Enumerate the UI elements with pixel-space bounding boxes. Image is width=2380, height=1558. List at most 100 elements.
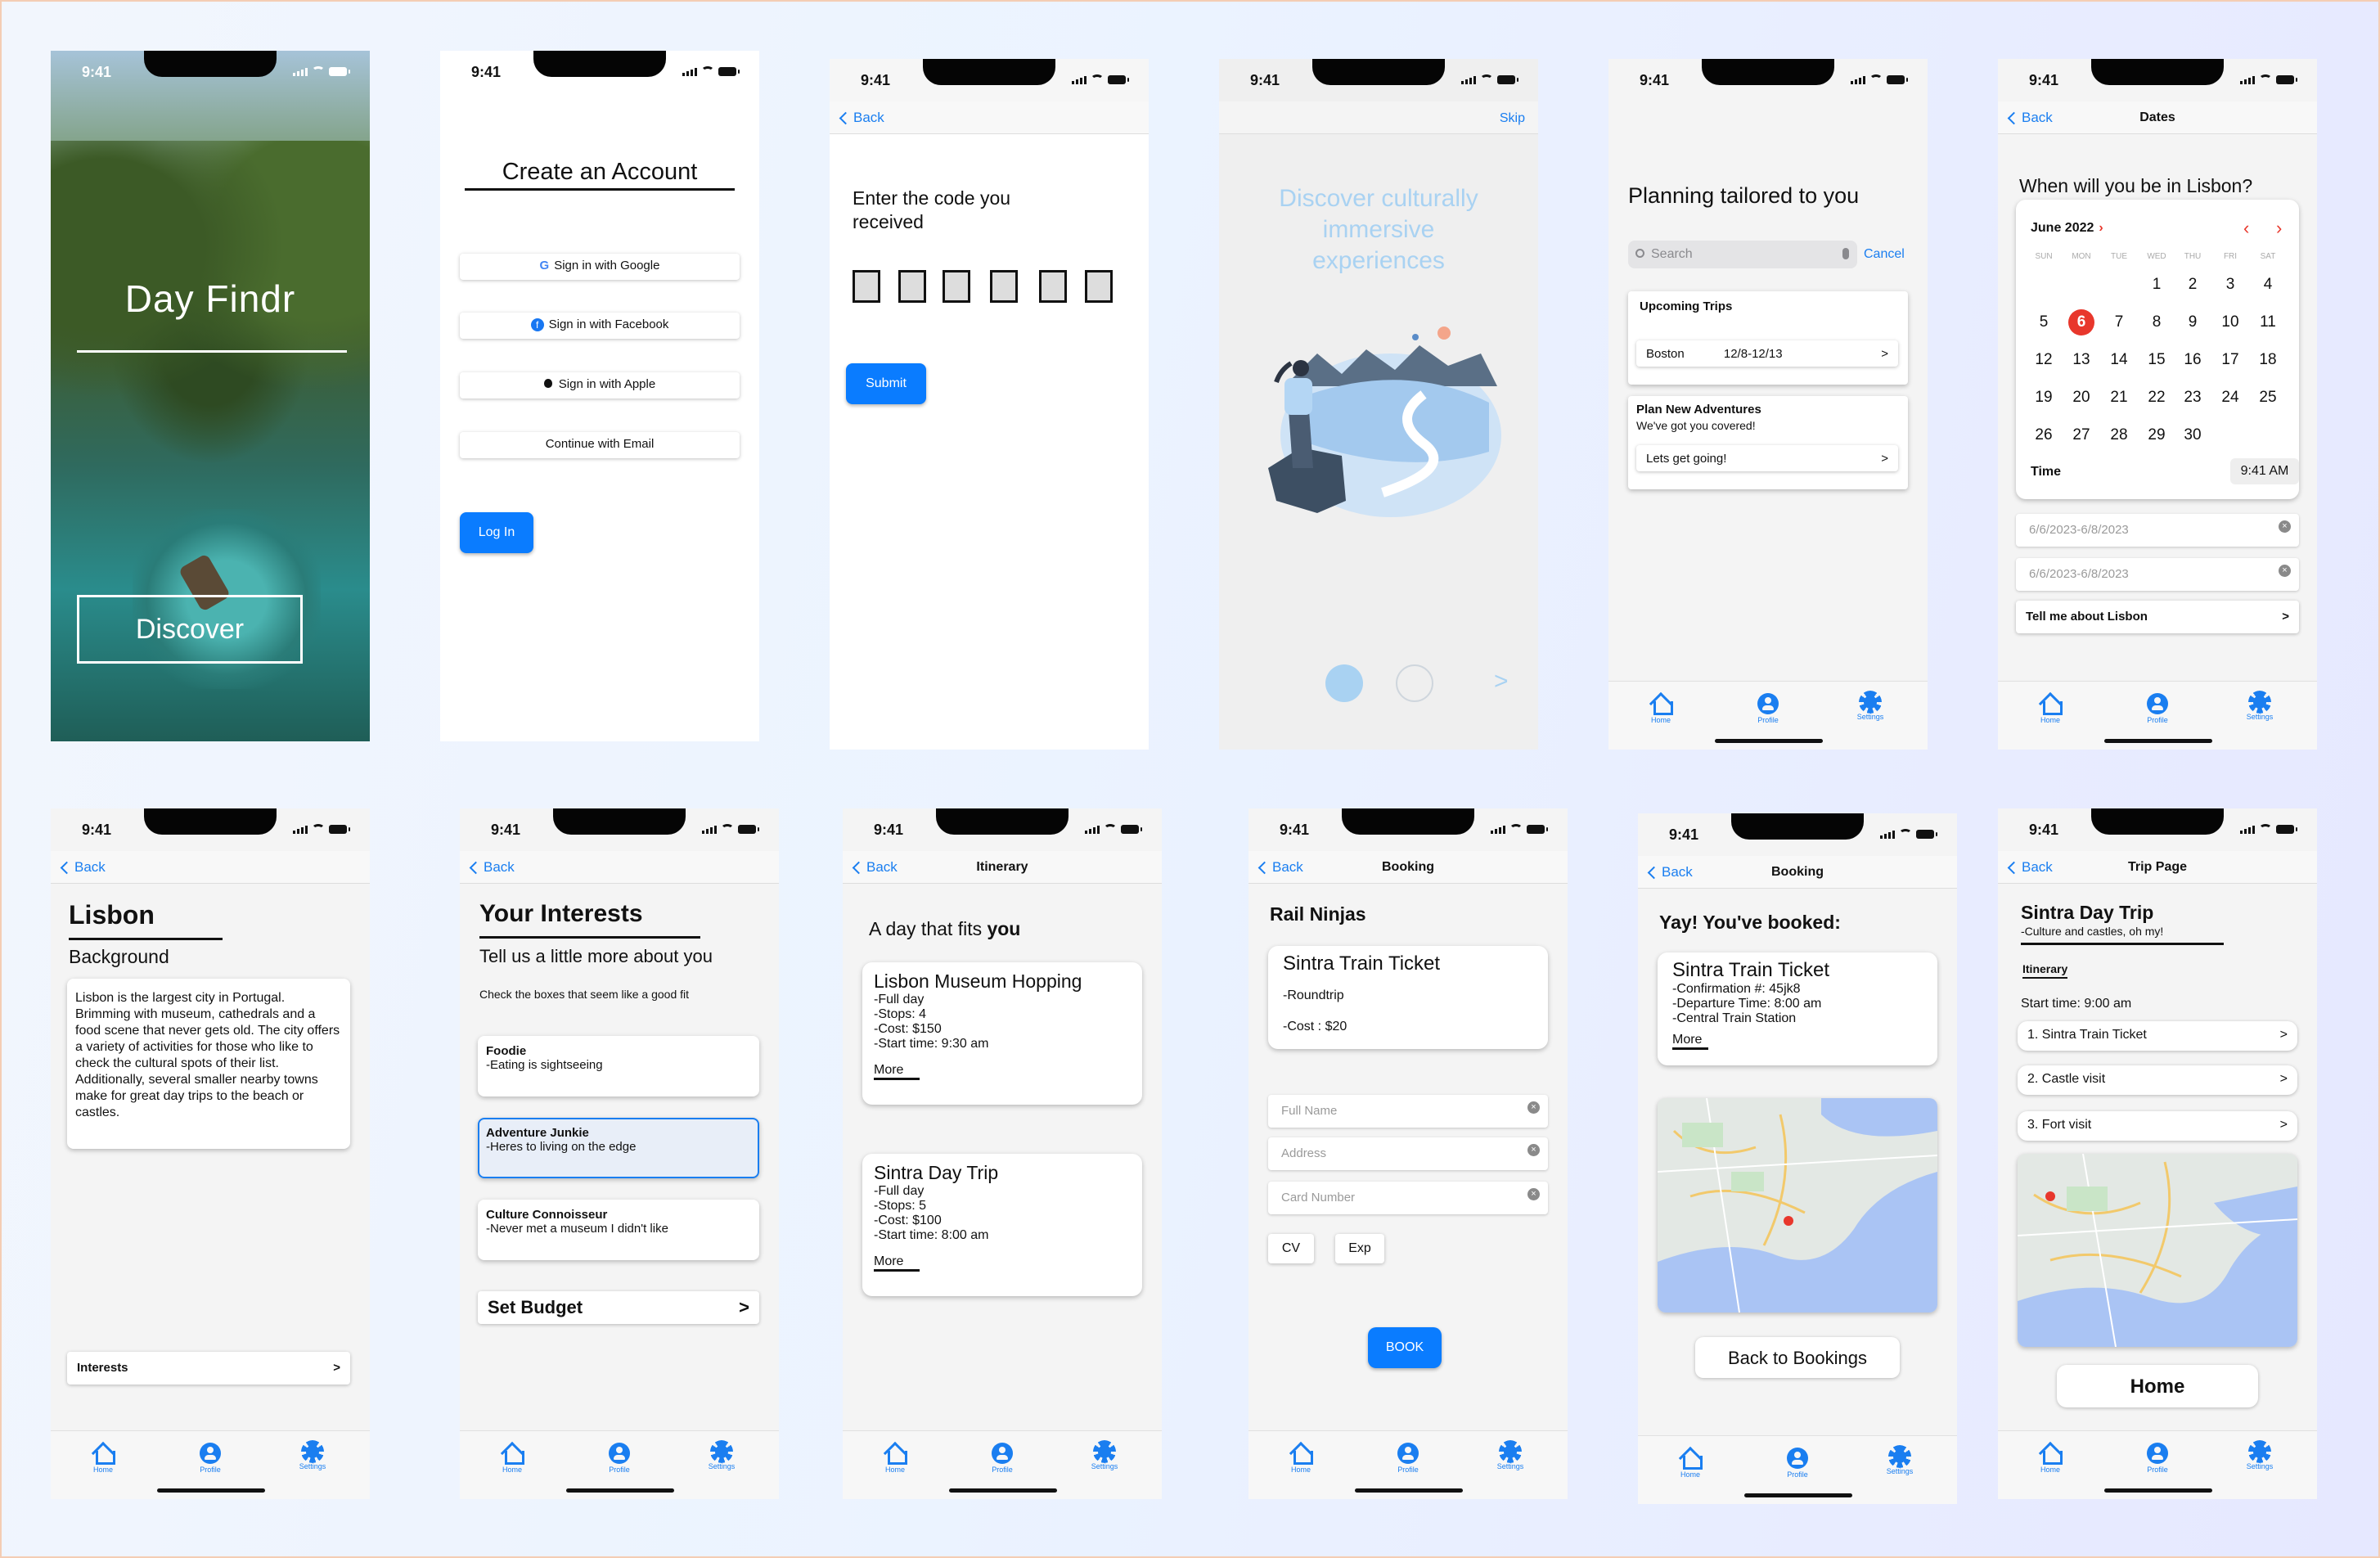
code-digit-box[interactable] xyxy=(853,270,880,303)
more-link[interactable]: More xyxy=(874,1254,920,1272)
calendar-day[interactable]: 1 xyxy=(2144,272,2170,298)
apple-signin-button[interactable]: Sign in with Apple xyxy=(460,372,740,399)
code-digit-box[interactable] xyxy=(943,270,970,303)
search-input[interactable]: Search xyxy=(1628,241,1857,268)
next-month-button[interactable]: › xyxy=(2276,218,2282,239)
tell-me-row[interactable]: Tell me about Lisbon > xyxy=(2016,601,2299,633)
interest-option-adventure[interactable]: Adventure Junkie -Heres to living on the… xyxy=(478,1118,759,1178)
calendar-day[interactable]: 14 xyxy=(2106,347,2132,373)
exp-field[interactable]: Exp xyxy=(1335,1234,1384,1263)
stop-row[interactable]: 3. Fort visit > xyxy=(2018,1111,2297,1141)
discover-button[interactable]: Discover xyxy=(77,595,303,664)
calendar-day[interactable]: 12 xyxy=(2031,347,2057,373)
clear-icon[interactable]: × xyxy=(2279,520,2291,533)
itinerary-card[interactable]: Sintra Day Trip -Full day -Stops: 5 -Cos… xyxy=(862,1154,1142,1296)
prev-month-button[interactable]: ‹ xyxy=(2243,218,2249,239)
home-button[interactable]: Home xyxy=(2057,1365,2258,1407)
next-arrow-button[interactable]: > xyxy=(1494,668,1509,696)
calendar-day[interactable]: 15 xyxy=(2144,347,2170,373)
calendar-day[interactable]: 28 xyxy=(2106,422,2132,448)
interest-option-foodie[interactable]: Foodie -Eating is sightseeing xyxy=(478,1036,759,1096)
tab-profile[interactable]: Profile xyxy=(978,1443,1027,1474)
tab-itinerary[interactable]: Itinerary xyxy=(2022,962,2068,979)
tab-home[interactable]: Home xyxy=(871,1443,920,1474)
tab-profile[interactable]: Profile xyxy=(1743,693,1793,724)
back-to-bookings-button[interactable]: Back to Bookings xyxy=(1695,1337,1900,1378)
calendar-day[interactable]: 17 xyxy=(2217,347,2243,373)
calendar-day[interactable]: 8 xyxy=(2144,309,2170,335)
tab-settings[interactable]: Settings xyxy=(1080,1443,1129,1470)
full-name-field[interactable]: Full Name × xyxy=(1268,1095,1548,1128)
tab-settings[interactable]: Settings xyxy=(2235,1443,2284,1470)
tab-settings[interactable]: Settings xyxy=(697,1443,746,1470)
calendar-day[interactable]: 3 xyxy=(2217,272,2243,298)
tab-profile[interactable]: Profile xyxy=(2133,1443,2182,1474)
calendar-day[interactable]: 2 xyxy=(2180,272,2206,298)
calendar-day[interactable]: 4 xyxy=(2255,272,2281,298)
tab-profile[interactable]: Profile xyxy=(2133,693,2182,724)
itinerary-card[interactable]: Lisbon Museum Hopping -Full day -Stops: … xyxy=(862,962,1142,1105)
lets-go-row[interactable]: Lets get going! > xyxy=(1636,445,1898,471)
time-picker[interactable]: 9:41 AM xyxy=(2230,458,2299,484)
tab-home[interactable]: Home xyxy=(79,1443,128,1474)
address-field[interactable]: Address × xyxy=(1268,1137,1548,1170)
interest-option-culture[interactable]: Culture Connoisseur -Never met a museum … xyxy=(478,1200,759,1260)
stop-row[interactable]: 2. Castle visit > xyxy=(2018,1065,2297,1095)
cancel-button[interactable]: Cancel xyxy=(1864,247,1905,262)
map-view[interactable] xyxy=(1658,1098,1937,1313)
page-dot[interactable] xyxy=(1396,664,1433,702)
book-button[interactable]: BOOK xyxy=(1368,1327,1442,1368)
submit-button[interactable]: Submit xyxy=(846,363,926,404)
tab-profile[interactable]: Profile xyxy=(1773,1448,1822,1479)
calendar-day[interactable]: 19 xyxy=(2031,385,2057,411)
calendar-day[interactable]: 20 xyxy=(2068,385,2094,411)
calendar-day[interactable]: 7 xyxy=(2106,309,2132,335)
set-budget-row[interactable]: Set Budget > xyxy=(478,1291,759,1324)
clear-icon[interactable]: × xyxy=(1527,1188,1540,1200)
calendar-day[interactable]: 27 xyxy=(2068,422,2094,448)
back-button[interactable]: Back xyxy=(59,859,106,876)
tab-profile[interactable]: Profile xyxy=(1383,1443,1433,1474)
tab-settings[interactable]: Settings xyxy=(288,1443,337,1470)
tab-settings[interactable]: Settings xyxy=(2235,693,2284,721)
tab-home[interactable]: Home xyxy=(488,1443,537,1474)
calendar-day[interactable]: 26 xyxy=(2031,422,2057,448)
calendar-day[interactable]: 18 xyxy=(2255,347,2281,373)
card-number-field[interactable]: Card Number × xyxy=(1268,1182,1548,1214)
code-digit-box[interactable] xyxy=(1039,270,1067,303)
more-link[interactable]: More xyxy=(874,1063,920,1080)
tab-home[interactable]: Home xyxy=(1636,693,1685,724)
trip-row[interactable]: Boston 12/8-12/13 > xyxy=(1636,340,1898,367)
tab-home[interactable]: Home xyxy=(1666,1448,1715,1479)
facebook-signin-button[interactable]: f Sign in with Facebook xyxy=(460,313,740,339)
calendar-day[interactable]: 25 xyxy=(2255,385,2281,411)
clear-icon[interactable]: × xyxy=(1527,1101,1540,1114)
tab-settings[interactable]: Settings xyxy=(1486,1443,1535,1470)
map-view[interactable] xyxy=(2018,1154,2297,1347)
back-button[interactable]: Back xyxy=(838,110,884,126)
calendar-month[interactable]: June 2022 › xyxy=(2031,221,2103,236)
email-signin-button[interactable]: Continue with Email xyxy=(460,432,740,458)
calendar-day[interactable]: 22 xyxy=(2144,385,2170,411)
mic-icon[interactable] xyxy=(1842,248,1849,259)
calendar-day[interactable]: 6 xyxy=(2068,309,2094,335)
calendar-day[interactable]: 16 xyxy=(2180,347,2206,373)
interests-row[interactable]: Interests > xyxy=(67,1352,350,1385)
calendar-day[interactable]: 23 xyxy=(2180,385,2206,411)
calendar-day[interactable]: 24 xyxy=(2217,385,2243,411)
tab-profile[interactable]: Profile xyxy=(186,1443,235,1474)
cv-field[interactable]: CV xyxy=(1268,1234,1314,1263)
calendar-day[interactable]: 5 xyxy=(2031,309,2057,335)
calendar-day[interactable]: 10 xyxy=(2217,309,2243,335)
tab-home[interactable]: Home xyxy=(2026,1443,2075,1474)
skip-button[interactable]: Skip xyxy=(1500,111,1525,126)
tab-profile[interactable]: Profile xyxy=(595,1443,644,1474)
tab-home[interactable]: Home xyxy=(1276,1443,1325,1474)
tab-home[interactable]: Home xyxy=(2026,693,2075,724)
date-range-field[interactable]: 6/6/2023-6/8/2023 × xyxy=(2016,558,2299,591)
clear-icon[interactable]: × xyxy=(1527,1144,1540,1156)
calendar-day[interactable]: 21 xyxy=(2106,385,2132,411)
clear-icon[interactable]: × xyxy=(2279,565,2291,577)
stop-row[interactable]: 1. Sintra Train Ticket > xyxy=(2018,1021,2297,1051)
login-button[interactable]: Log In xyxy=(460,512,533,553)
